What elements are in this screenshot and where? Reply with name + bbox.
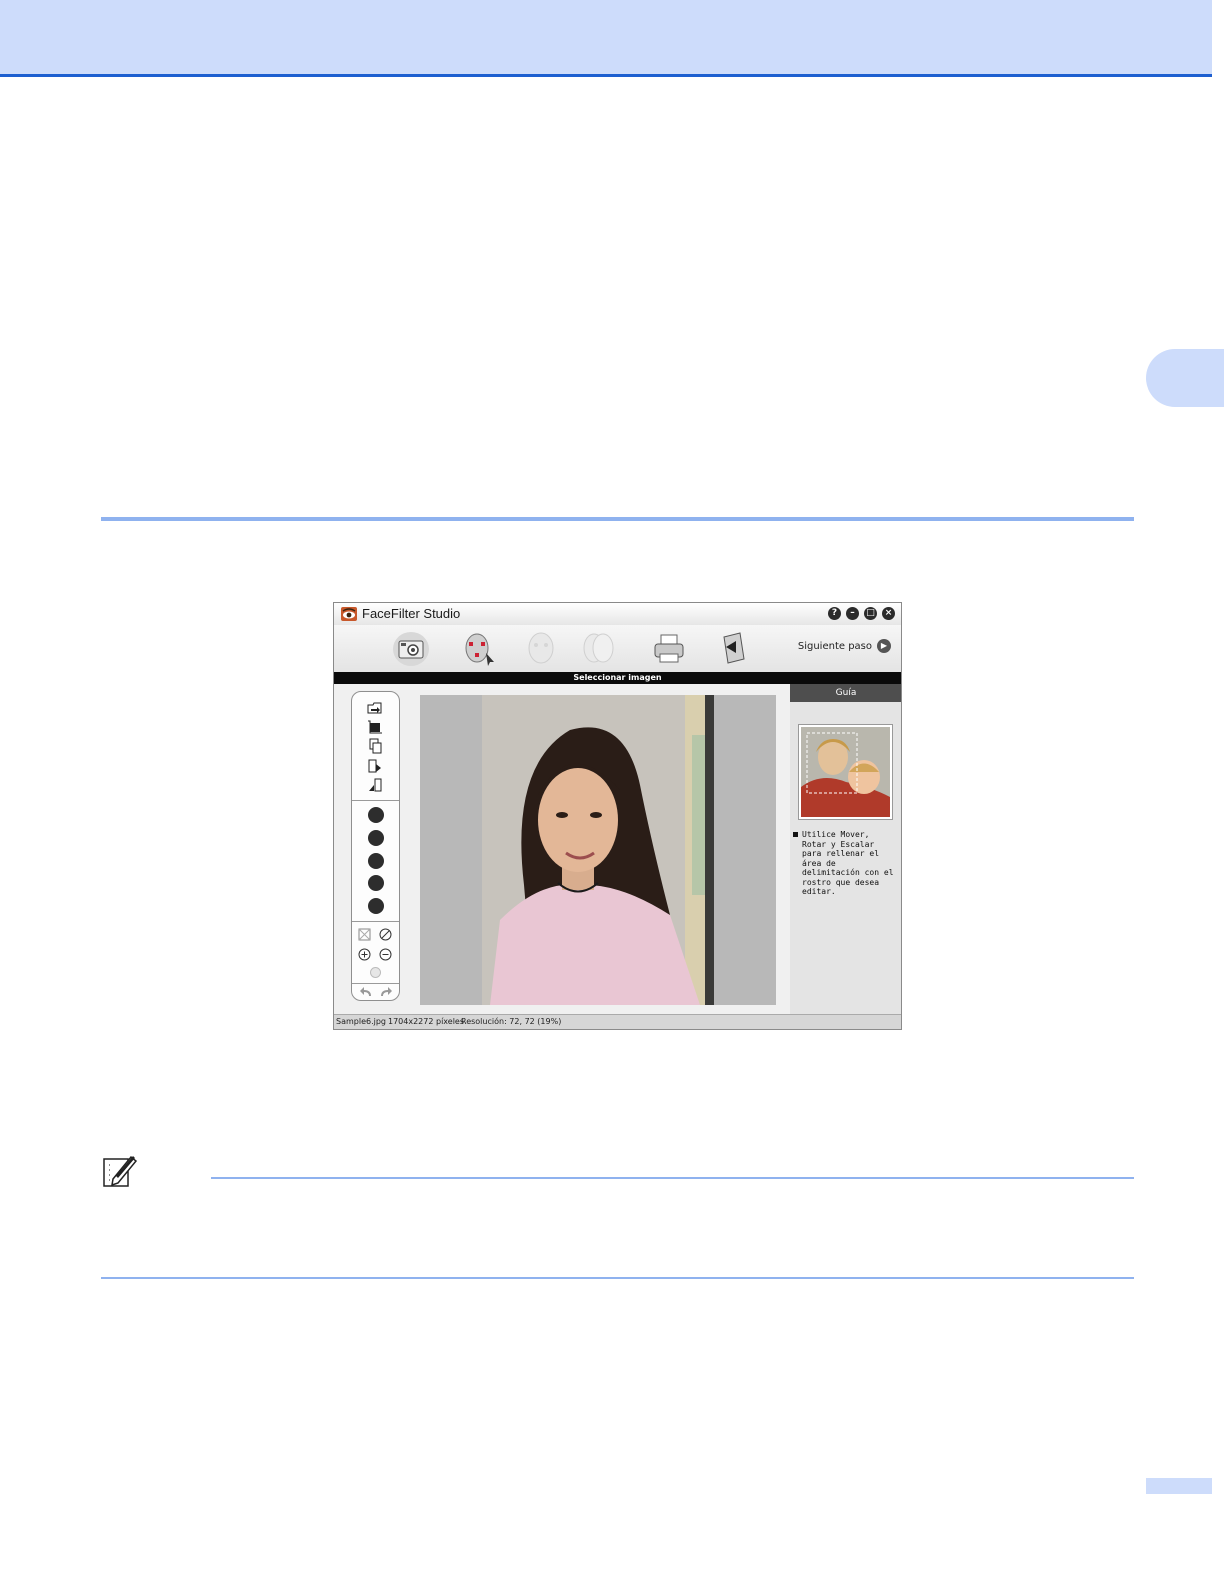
note-divider-bottom [101,1277,1134,1279]
zoom-face-icon[interactable] [368,898,384,914]
status-resolution: Resolución: 72, 72 (19%) [461,1017,562,1026]
next-step-button[interactable]: Siguiente paso ▶ [798,639,891,653]
image-canvas[interactable] [420,695,776,1005]
chapter-side-tab [1146,349,1224,407]
page-number-tab [1146,1478,1212,1494]
open-file-icon[interactable] [367,700,383,716]
arrow-right-icon: ▶ [877,639,891,653]
face-select-icon[interactable] [460,629,498,667]
status-filename: Sample6.jpg [336,1017,387,1026]
guide-instructions: Utilice Mover, Rotar y Escalar para rell… [793,830,898,897]
facefilter-window: FaceFilter Studio ? – □ × Siguiente paso… [333,602,902,1030]
frame-tool-icon[interactable] [368,875,384,891]
rotate-icon[interactable] [367,758,383,774]
status-dimensions: 1704x2272 píxeles [388,1017,465,1026]
hand-icon[interactable] [369,966,382,979]
undo-icon[interactable] [359,986,373,998]
minimize-icon[interactable]: – [846,607,859,620]
section-divider [101,517,1134,521]
face-tool-icon[interactable] [368,853,384,869]
copy-icon[interactable] [367,738,383,754]
face-compare-icon[interactable] [579,629,617,667]
guide-example-image [799,725,892,819]
next-step-label: Siguiente paso [797,640,872,652]
guide-text: Utilice Mover, Rotar y Escalar para rell… [802,830,894,896]
note-divider-top [211,1177,1134,1179]
step-toolbar: Siguiente paso ▶ [334,625,901,672]
printer-icon[interactable] [650,629,688,667]
guide-header: Guía [790,684,901,702]
note-pencil-icon [103,1155,137,1187]
camera-icon[interactable] [392,629,430,667]
bullet-icon [793,832,798,837]
title-bar: FaceFilter Studio ? – □ × [334,603,901,625]
zoom-in-icon[interactable] [358,948,371,961]
brush-icon[interactable] [368,807,384,823]
guide-panel: Guía Utilice Mover, Rotar y Escalar para… [790,684,901,1017]
madonna-painting [801,727,890,817]
tool-palette [351,691,400,1001]
help-icon[interactable]: ? [828,607,841,620]
pipette-icon[interactable] [368,830,384,846]
eye-logo-icon [341,607,357,621]
fit-icon[interactable] [358,928,371,941]
status-bar: Sample6.jpg 1704x2272 píxeles Resolución… [334,1014,901,1029]
exit-icon[interactable] [714,629,752,667]
redo-icon[interactable] [379,986,393,998]
portrait-photo [482,695,714,1005]
page-header-band [0,0,1212,77]
maximize-icon[interactable]: □ [864,607,877,620]
window-controls: ? – □ × [828,607,895,620]
app-title: FaceFilter Studio [362,606,461,621]
close-icon[interactable]: × [882,607,895,620]
face-edit-icon[interactable] [522,629,560,667]
zoom-out-icon[interactable] [379,948,392,961]
reset-icon[interactable] [379,928,392,941]
crop-icon[interactable] [367,719,383,735]
flip-icon[interactable] [367,777,383,793]
step-caption: Seleccionar imagen [334,672,901,684]
